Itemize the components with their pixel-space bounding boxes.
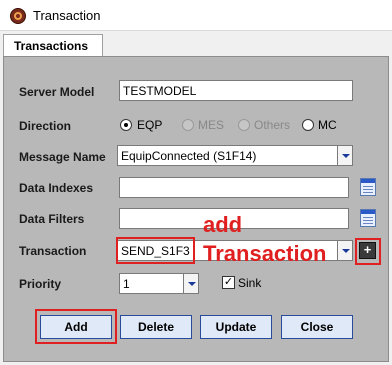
chevron-down-icon[interactable] (183, 274, 198, 293)
server-model-input[interactable]: TESTMODEL (119, 80, 353, 101)
priority-label: Priority (19, 277, 62, 291)
notepad-icon[interactable] (360, 178, 376, 196)
direction-radio-others (238, 119, 250, 131)
direction-radio-eqp[interactable] (120, 119, 132, 131)
message-name-value: EquipConnected (S1F14) (121, 149, 257, 163)
transaction-label: Transaction (19, 244, 87, 258)
data-indexes-label: Data Indexes (19, 181, 94, 195)
notepad-icon[interactable] (360, 209, 376, 227)
sink-label: Sink (238, 276, 262, 290)
chevron-down-icon[interactable] (337, 241, 352, 260)
direction-label: Direction (19, 119, 72, 133)
direction-radio-mes (182, 119, 194, 131)
data-filters-label: Data Filters (19, 212, 85, 226)
add-button[interactable]: Add (40, 315, 112, 339)
direction-mes-label: MES (198, 118, 225, 132)
data-indexes-input[interactable] (119, 177, 349, 198)
server-model-label: Server Model (19, 85, 95, 99)
priority-dropdown[interactable]: 1 (119, 273, 199, 294)
annotation-line1: add (203, 212, 243, 237)
sink-checkbox[interactable]: ✓ (222, 276, 235, 289)
annotation-line2: Transaction (203, 241, 327, 266)
chevron-down-icon[interactable] (337, 146, 352, 165)
close-button[interactable]: Close (281, 315, 353, 339)
tab-strip: Transactions (0, 31, 392, 59)
window-title: Transaction (33, 8, 101, 23)
direction-radio-mc[interactable] (302, 119, 314, 131)
plus-icon[interactable]: + (359, 242, 376, 259)
direction-mc-label: MC (318, 118, 337, 132)
message-name-dropdown[interactable]: EquipConnected (S1F14) (117, 145, 353, 166)
direction-others-label: Others (254, 118, 291, 132)
delete-button[interactable]: Delete (120, 315, 192, 339)
message-name-label: Message Name (19, 150, 106, 164)
transaction-value: SEND_S1F3 (121, 244, 190, 258)
direction-eqp-label: EQP (137, 118, 163, 132)
priority-value: 1 (123, 277, 130, 291)
title-bar: Transaction (0, 0, 392, 31)
update-button[interactable]: Update (200, 315, 272, 339)
app-icon (10, 8, 26, 24)
